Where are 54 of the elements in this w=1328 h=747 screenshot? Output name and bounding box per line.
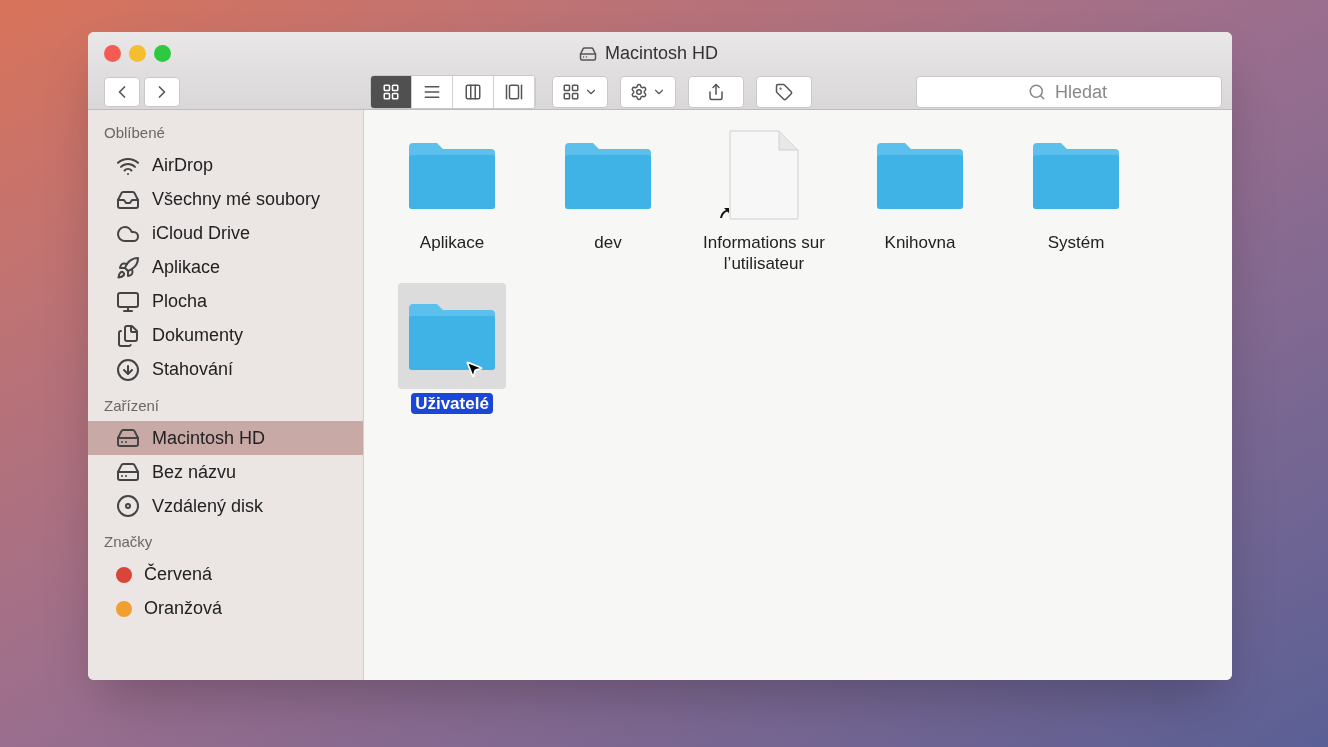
file-name: Systém (1047, 232, 1105, 254)
file-item[interactable]: dev (548, 122, 668, 275)
monitor-icon (116, 289, 140, 314)
file-name: Aplikace (419, 232, 485, 254)
window-title: Macintosh HD (604, 42, 718, 65)
sidebar-item[interactable]: Červená (88, 557, 363, 592)
sidebar-item[interactable]: Plocha (88, 284, 363, 319)
drive-icon (116, 460, 140, 484)
tags-button[interactable] (756, 76, 812, 108)
file-item[interactable]: Informations sur l’utilisateur (704, 122, 824, 275)
search-icon (1028, 83, 1046, 101)
file-name: dev (594, 232, 622, 254)
sidebar-section-title: Značky (103, 532, 154, 552)
sidebar-item[interactable]: AirDrop (88, 148, 363, 183)
tag-icon (775, 83, 793, 101)
sidebar-item[interactable]: iCloud Drive (88, 216, 363, 251)
icon-view-button[interactable] (371, 76, 412, 108)
list-view-button[interactable] (412, 76, 453, 108)
action-button[interactable] (620, 76, 676, 108)
sidebar-section-title: Oblíbené (103, 123, 166, 143)
gallery-view-button[interactable] (494, 76, 535, 108)
disc-icon (116, 494, 140, 518)
view-mode-icon (382, 83, 400, 101)
download-icon (116, 357, 140, 382)
file-item[interactable]: Aplikace (392, 122, 512, 275)
settings-icon (630, 83, 648, 101)
sidebar-section-title: Zařízení (103, 395, 161, 416)
documents-icon (116, 323, 140, 348)
file-name: Informations sur l’utilisateur (702, 232, 826, 275)
file-name: Knihovna (884, 232, 956, 254)
sidebar-item[interactable]: Všechny mé soubory (88, 182, 363, 217)
view-mode-icon (505, 83, 523, 101)
file-item[interactable]: Systém (1016, 122, 1136, 275)
sidebar-item[interactable]: Bez názvu (88, 455, 363, 489)
rocket-icon (116, 255, 140, 280)
sidebar-item[interactable]: Macintosh HD (88, 421, 363, 455)
close-button[interactable] (104, 45, 121, 62)
view-mode-icon (423, 83, 441, 101)
sidebar-item[interactable]: Vzdálený disk (88, 489, 363, 523)
document-icon (729, 130, 799, 220)
share-icon (707, 83, 725, 101)
sidebar-item[interactable]: Dokumenty (88, 318, 363, 353)
share-button[interactable] (688, 76, 744, 108)
view-mode-icon (464, 83, 482, 101)
file-item[interactable]: Knihovna (860, 122, 980, 275)
sidebar-item[interactable]: Oranžová (88, 591, 363, 626)
sidebar-item[interactable]: Aplikace (88, 250, 363, 285)
column-view-button[interactable] (453, 76, 494, 108)
file-name: Uživatelé (411, 392, 493, 414)
sidebar-item[interactable]: Stahování (88, 352, 363, 387)
search-field[interactable]: Hledat (916, 76, 1222, 108)
arrange-button[interactable] (552, 76, 608, 108)
alias-arrow-icon (717, 206, 731, 220)
grid-icon (562, 83, 580, 101)
